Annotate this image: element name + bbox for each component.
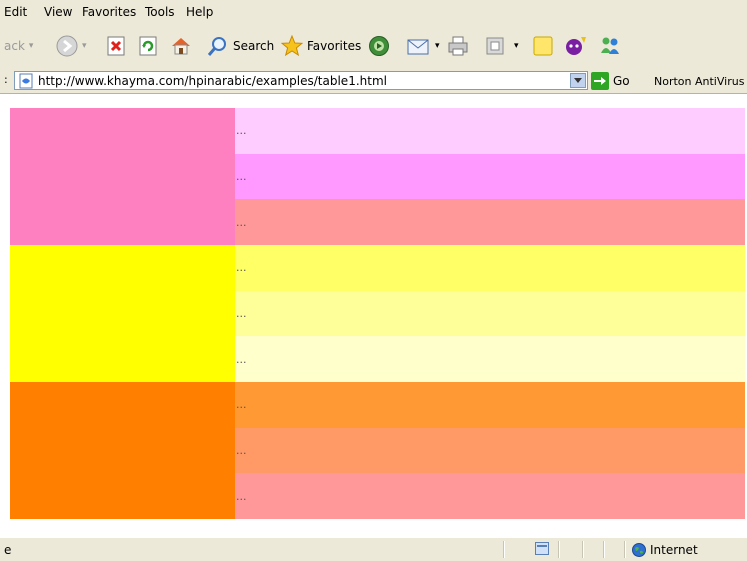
status-divider: [558, 541, 560, 558]
print-button[interactable]: [447, 34, 469, 58]
table-cell: ...: [235, 473, 745, 519]
menu-favorites[interactable]: Favorites: [82, 6, 136, 18]
menu-edit[interactable]: Edit: [4, 6, 27, 18]
color-swatch-cell: [10, 382, 235, 519]
security-zone: Internet: [632, 541, 698, 558]
yahoo-messenger-button[interactable]: [564, 34, 588, 58]
refresh-icon: [138, 36, 158, 56]
address-label-fragment: :: [4, 73, 8, 86]
media-icon: [368, 35, 390, 57]
home-icon: [170, 35, 192, 57]
forward-icon: [56, 35, 78, 57]
media-button[interactable]: [368, 34, 390, 58]
color-swatch-cell: [10, 245, 235, 382]
table-cell: ...: [235, 427, 745, 474]
back-dropdown-icon[interactable]: ▾: [29, 41, 34, 51]
table-subrows: .........: [235, 245, 745, 382]
page-icon: [18, 73, 34, 89]
back-label: ack: [4, 39, 25, 53]
edit-button[interactable]: ▾: [486, 34, 519, 58]
favorites-label: Favorites: [307, 39, 362, 53]
status-divider: [503, 541, 505, 558]
menu-view[interactable]: View: [44, 6, 72, 18]
table-row-group: .........: [10, 382, 745, 519]
menu-tools[interactable]: Tools: [145, 6, 175, 18]
messenger-icon: [598, 35, 622, 57]
stop-button[interactable]: [106, 34, 126, 58]
menu-bar: Edit View Favorites Tools Help: [0, 0, 747, 25]
globe-icon: [632, 542, 646, 557]
table-row-group: .........: [10, 108, 745, 245]
status-divider: [603, 541, 605, 558]
mail-dropdown-icon[interactable]: ▾: [435, 41, 440, 51]
table-row-group: .........: [10, 245, 745, 382]
go-button[interactable]: Go: [591, 71, 630, 91]
standard-toolbar: ack ▾ ▾ Search Favorites ▾ ▾: [0, 24, 747, 70]
table-subrows: .........: [235, 108, 745, 245]
color-table: ...........................: [10, 108, 745, 519]
address-bar: : http://www.khayma.com/hpinarabic/examp…: [0, 69, 747, 94]
table-cell: ...: [235, 108, 745, 154]
norton-antivirus-button[interactable]: Norton AntiVirus: [654, 75, 744, 88]
note-icon: [532, 35, 554, 57]
search-icon: [207, 35, 229, 57]
msn-messenger-button[interactable]: [598, 34, 622, 58]
table-cell: ...: [235, 290, 745, 337]
address-input[interactable]: http://www.khayma.com/hpinarabic/example…: [14, 71, 588, 90]
table-cell: ...: [235, 336, 745, 382]
edit-dropdown-icon[interactable]: ▾: [514, 41, 519, 51]
home-button[interactable]: [170, 34, 192, 58]
search-label: Search: [233, 39, 275, 53]
go-arrow-icon: [591, 72, 609, 90]
star-icon: [281, 35, 303, 57]
printer-icon: [447, 35, 469, 57]
zone-label: Internet: [650, 542, 698, 557]
table-cell: ...: [235, 245, 745, 291]
status-bar: e Internet: [0, 537, 747, 561]
favorites-button[interactable]: Favorites: [281, 34, 361, 58]
search-button[interactable]: Search: [207, 34, 274, 58]
forward-button[interactable]: ▾: [56, 34, 87, 58]
menu-help[interactable]: Help: [186, 6, 213, 18]
table-subrows: .........: [235, 382, 745, 519]
status-text: e: [4, 543, 12, 557]
status-divider: [582, 541, 584, 558]
mail-button[interactable]: ▾: [407, 34, 440, 58]
go-label: Go: [613, 74, 630, 88]
discuss-button[interactable]: [532, 34, 554, 58]
forward-dropdown-icon[interactable]: ▾: [82, 41, 87, 51]
mail-icon: [407, 36, 431, 56]
address-url: http://www.khayma.com/hpinarabic/example…: [38, 73, 387, 88]
yahoo-messenger-icon: [564, 35, 588, 57]
address-dropdown-icon[interactable]: [570, 73, 586, 88]
color-swatch-cell: [10, 108, 235, 245]
refresh-button[interactable]: [138, 34, 158, 58]
table-cell: ...: [235, 199, 745, 245]
page-content: ...........................: [0, 95, 747, 535]
status-divider: [624, 541, 626, 558]
stop-icon: [106, 36, 126, 56]
table-cell: ...: [235, 382, 745, 428]
edit-page-icon: [486, 37, 504, 55]
table-cell: ...: [235, 153, 745, 200]
back-button[interactable]: ack ▾: [4, 34, 33, 58]
page-status-icon: [535, 542, 549, 555]
